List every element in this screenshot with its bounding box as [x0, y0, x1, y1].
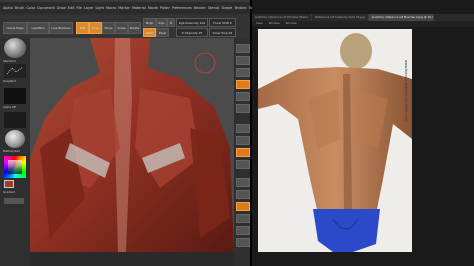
viewer-subbar: View Window Window	[252, 21, 474, 27]
menu-item-movie[interactable]: Movie	[148, 6, 158, 10]
floor-icon[interactable]	[236, 136, 250, 145]
menu-item-brush[interactable]: Brush	[15, 6, 25, 10]
viewer-menu-item[interactable]: View	[256, 21, 263, 27]
brush-label: Standard	[3, 59, 16, 63]
frame-icon[interactable]	[236, 178, 250, 187]
color-picker-shade[interactable]	[8, 160, 22, 174]
zsub-button[interactable]: Zsub	[156, 28, 169, 37]
zbrush-menubar: Alpha Brush Color Document Draw Edit File Layer…	[0, 2, 303, 14]
viewer-tab[interactable]: Reference ref Anatomy back 01.jpg	[312, 14, 369, 21]
menu-item-stroke[interactable]: Stroke	[221, 6, 232, 10]
menu-item-draw[interactable]: Draw	[57, 6, 66, 10]
viewer-menu-item[interactable]: Window	[269, 21, 280, 27]
standard-brush-icon[interactable]	[4, 38, 26, 58]
material-sphere-icon[interactable]	[5, 130, 25, 148]
watermark-text: www.human-anatomy-for-artist.com	[404, 60, 408, 122]
draw-size-slider[interactable]: Draw Size 64	[209, 28, 236, 37]
menu-item-picker[interactable]: Picker	[160, 6, 170, 10]
viewer-menu-item[interactable]: Window	[286, 21, 297, 27]
stroke-icon[interactable]	[4, 64, 26, 78]
menu-item-light[interactable]: Light	[95, 6, 103, 10]
persp-icon[interactable]	[236, 124, 250, 133]
brush-cursor-icon	[194, 52, 216, 74]
viewer-tab-active[interactable]: anatomy reference ref Muscles 2.jpg @ 16…	[368, 14, 434, 21]
bpr-icon[interactable]	[236, 44, 250, 53]
menu-item-color[interactable]: Color	[26, 6, 35, 10]
zoom-icon[interactable]	[236, 92, 250, 101]
menu-item-marker[interactable]: Marker	[118, 6, 130, 10]
spix-icon[interactable]	[236, 56, 250, 65]
aahalf-icon[interactable]	[236, 104, 250, 113]
gradient-label: Gradient	[3, 190, 16, 194]
menu-item-file[interactable]: File	[76, 6, 82, 10]
mrgb-button[interactable]: Mrgb	[143, 18, 156, 27]
zadd-button[interactable]: Zadd	[143, 28, 156, 37]
actual-icon[interactable]	[236, 80, 250, 89]
m-button[interactable]: M	[167, 18, 175, 27]
menu-item-render[interactable]: Render	[194, 6, 206, 10]
viewer-tab-bar: anatomy reference ref Muscles (Back) Ref…	[252, 14, 474, 21]
rotate-button[interactable]: Rotate	[128, 22, 141, 34]
material-label: MatCap Red	[3, 149, 20, 153]
switch-color-button[interactable]	[4, 198, 24, 204]
rgb-button[interactable]: Rgb	[156, 18, 167, 27]
live-boolean-button[interactable]: Live Boolean	[49, 22, 73, 34]
menu-item-texture[interactable]: Texture	[234, 6, 246, 10]
zbrush-canvas[interactable]	[30, 38, 234, 252]
z-intensity-slider[interactable]: Z Intensity 25	[176, 28, 208, 37]
menu-item-document[interactable]: Document	[37, 6, 55, 10]
draw-button[interactable]: Draw	[89, 22, 102, 34]
home-page-button[interactable]: Home Page	[3, 22, 27, 34]
menu-item-stencil[interactable]: Stencil	[208, 6, 219, 10]
zbrush-bottom-shelf	[30, 252, 234, 266]
menu-item-layer[interactable]: Layer	[84, 6, 93, 10]
edit-button[interactable]: Edit	[76, 22, 89, 34]
ghost-icon[interactable]	[236, 226, 250, 235]
xyz-icon[interactable]	[236, 160, 250, 169]
main-color-swatch[interactable]	[4, 180, 14, 188]
menu-item-edit[interactable]: Edit	[68, 6, 75, 10]
muscle-back-model	[30, 38, 234, 252]
reference-photo	[258, 29, 412, 252]
solo-icon[interactable]	[236, 238, 250, 247]
scroll-icon[interactable]	[236, 68, 250, 77]
alpha-icon[interactable]	[4, 88, 26, 104]
local-icon[interactable]	[236, 148, 250, 157]
transp-icon[interactable]	[236, 214, 250, 223]
bodybuilder-back-photo	[258, 33, 412, 252]
menu-item-macro[interactable]: Macro	[106, 6, 116, 10]
zbrush-toolbar: Home Page LightBox Live Boolean Edit Dra…	[0, 14, 250, 38]
move-icon[interactable]	[236, 190, 250, 199]
viewer-tab[interactable]: anatomy reference ref Muscles (Back)	[252, 14, 313, 21]
stroke-label: DragRect	[3, 79, 16, 83]
left-shelf: Standard DragRect Alpha Off MatCap Red G…	[0, 38, 30, 266]
right-shelf	[234, 38, 250, 266]
menu-item-preferences[interactable]: Preferences	[172, 6, 192, 10]
lightbox-button[interactable]: LightBox	[27, 22, 49, 34]
menu-item-alpha[interactable]: Alpha	[3, 6, 13, 10]
alpha-label: Alpha Off	[3, 105, 16, 109]
polyf-icon[interactable]	[236, 202, 250, 211]
move-button[interactable]: Move	[102, 22, 115, 34]
scale-button[interactable]: Scale	[115, 22, 128, 34]
focal-shift-slider[interactable]: Focal Shift 0	[209, 18, 236, 27]
rgb-intensity-slider[interactable]: Rgb Intensity 100	[176, 18, 208, 27]
texture-icon[interactable]	[4, 112, 26, 128]
menu-item-material[interactable]: Material	[132, 6, 146, 10]
